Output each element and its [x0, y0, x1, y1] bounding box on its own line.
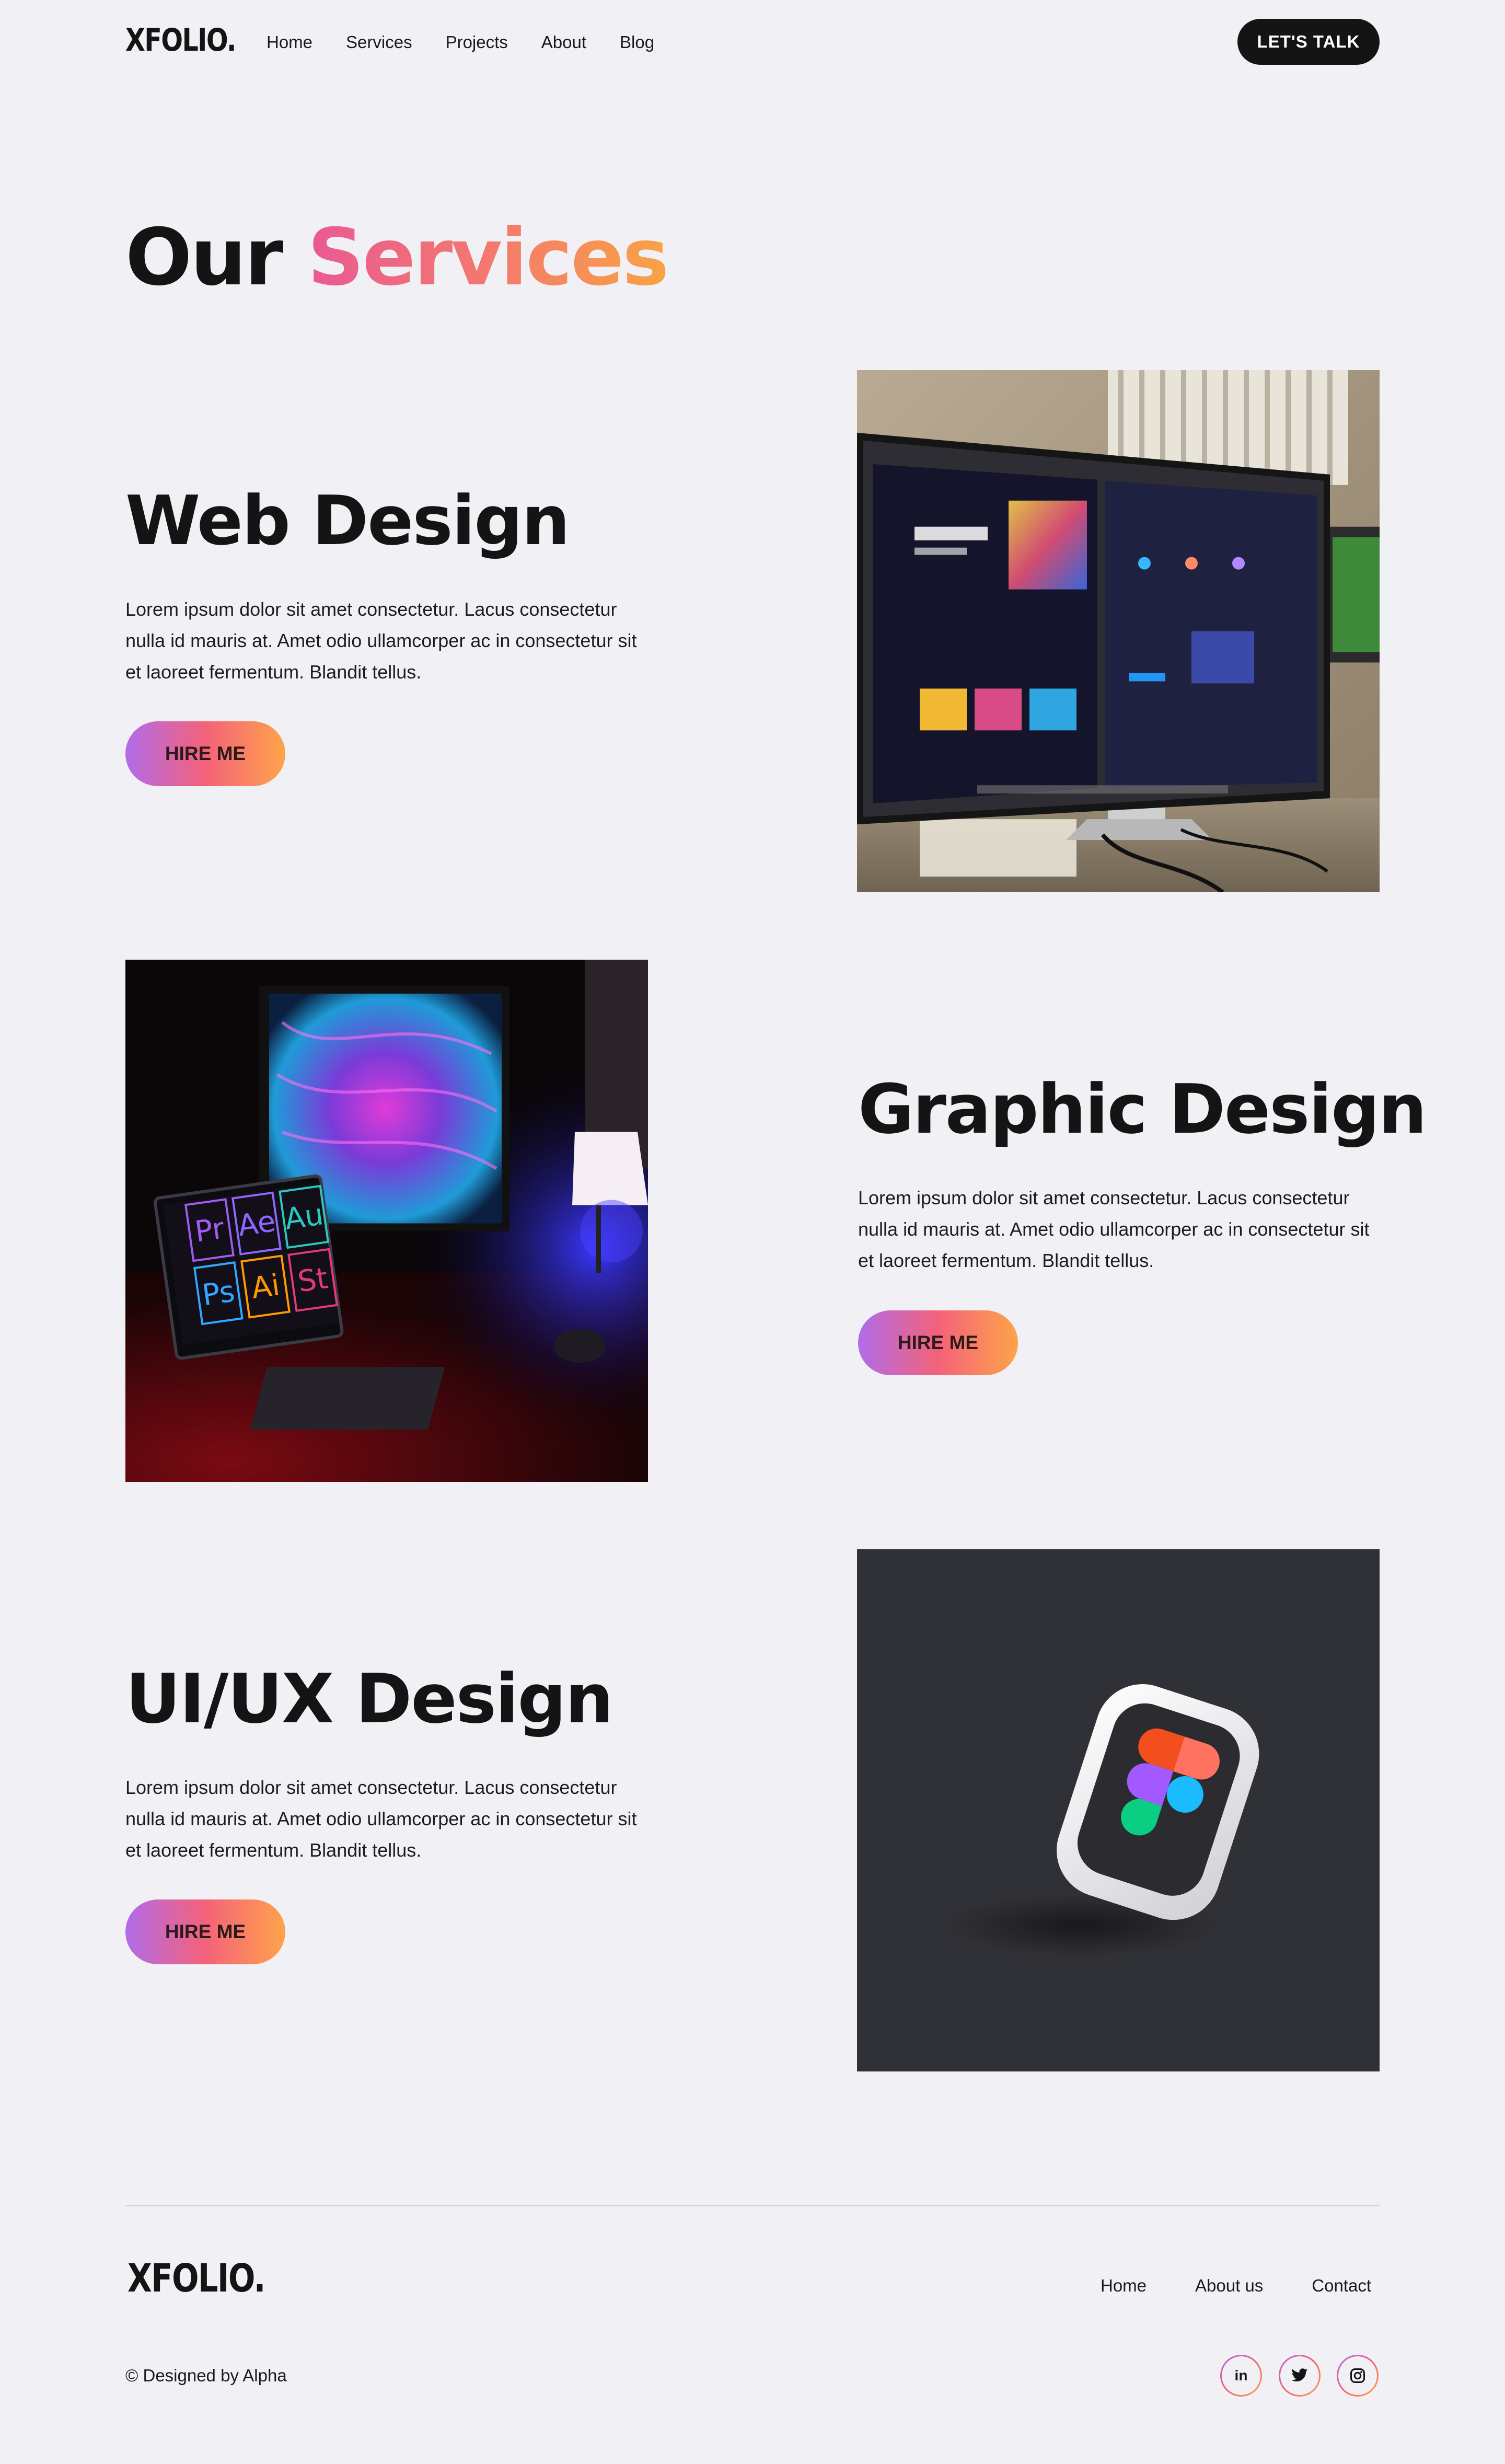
service-title: Graphic Design: [858, 1069, 1427, 1149]
instagram-button[interactable]: [1337, 2355, 1379, 2397]
nav-services[interactable]: Services: [346, 32, 412, 52]
service-description: Lorem ipsum dolor sit amet consectetur. …: [858, 1187, 1370, 1271]
stock-icon: St: [287, 1248, 338, 1312]
illustrator-icon: Ai: [240, 1254, 291, 1319]
nav-blog[interactable]: Blog: [620, 32, 654, 52]
footer-nav: Home About us Contact: [1101, 2276, 1371, 2296]
twitter-button[interactable]: [1279, 2355, 1321, 2397]
hire-me-button[interactable]: HIRE ME: [858, 1310, 1018, 1375]
footer-logo[interactable]: XFOLIO.: [128, 2256, 266, 2301]
service-title: Web Design: [125, 481, 570, 560]
copyright: © Designed by Alpha: [125, 2366, 287, 2385]
adobe-apps-desk-image: Pr Ae Au Ps Ai St: [125, 960, 648, 1482]
page-title-highlight: Services: [307, 212, 669, 303]
figma-3d-icon-image: [857, 1549, 1380, 2071]
main-nav: Home Services Projects About Blog: [267, 29, 688, 55]
photoshop-icon: Ps: [193, 1261, 244, 1326]
service-description: Lorem ipsum dolor sit amet consectetur. …: [125, 598, 637, 683]
footer-link-home[interactable]: Home: [1101, 2276, 1147, 2296]
linkedin-icon: in: [1234, 2367, 1248, 2384]
footer-link-contact[interactable]: Contact: [1312, 2276, 1371, 2296]
page-title-prefix: Our: [125, 212, 283, 303]
nav-home[interactable]: Home: [267, 32, 312, 52]
audition-icon: Au: [279, 1184, 330, 1249]
footer-divider: [125, 2205, 1380, 2206]
hire-me-button[interactable]: HIRE ME: [125, 721, 285, 786]
monitor-web-design-image: [857, 370, 1380, 892]
lets-talk-button[interactable]: LET'S TALK: [1237, 19, 1380, 65]
page-title: Our Services: [125, 212, 669, 303]
instagram-icon: [1350, 2368, 1365, 2383]
premiere-icon: Pr: [184, 1198, 235, 1262]
service-description: Lorem ipsum dolor sit amet consectetur. …: [125, 1777, 637, 1861]
logo[interactable]: XFOLIO.: [125, 22, 237, 59]
after-effects-icon: Ae: [231, 1191, 282, 1256]
nav-projects[interactable]: Projects: [446, 32, 508, 52]
twitter-icon: [1291, 2368, 1308, 2382]
nav-about[interactable]: About: [541, 32, 586, 52]
linkedin-button[interactable]: in: [1220, 2355, 1262, 2397]
hire-me-button[interactable]: HIRE ME: [125, 1899, 285, 1964]
adobe-app-grid: Pr Ae Au Ps Ai St: [174, 1174, 349, 1335]
footer-link-about[interactable]: About us: [1195, 2276, 1263, 2296]
service-title: UI/UX Design: [125, 1659, 613, 1738]
